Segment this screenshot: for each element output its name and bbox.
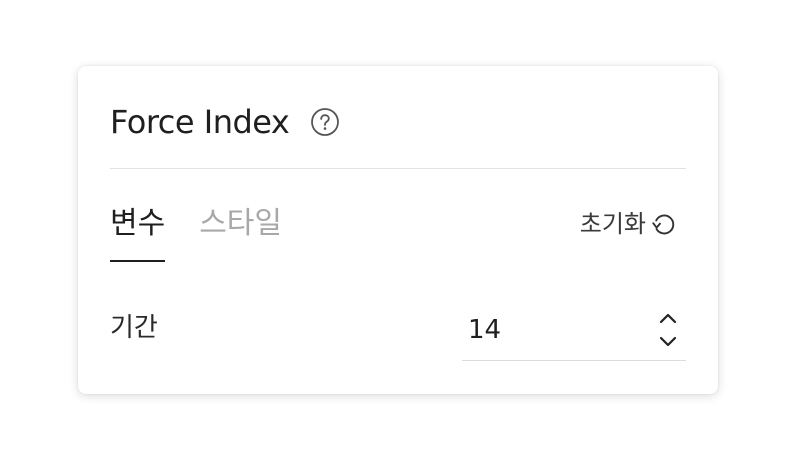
period-input[interactable]: 14	[462, 304, 686, 361]
period-row: 기간 14	[110, 304, 686, 361]
reset-button[interactable]: 초기화	[580, 206, 678, 242]
reset-label: 초기화	[579, 210, 646, 238]
panel-header: Force Index	[110, 102, 341, 142]
chevron-up-icon[interactable]	[656, 308, 680, 328]
tab-variables[interactable]: 변수	[110, 202, 166, 262]
header-divider	[110, 168, 686, 169]
chevron-down-icon[interactable]	[656, 332, 680, 352]
tab-bar: 변수 스타일	[110, 202, 316, 262]
period-stepper	[656, 308, 680, 352]
question-circle-icon[interactable]	[309, 106, 341, 138]
period-label: 기간	[110, 313, 158, 343]
indicator-settings-panel: Force Index 변수 스타일 초기화 기간 14	[78, 66, 718, 394]
reset-rotate-icon	[648, 209, 678, 239]
tab-style[interactable]: 스타일	[199, 202, 282, 260]
period-value[interactable]: 14	[468, 310, 501, 350]
panel-title: Force Index	[110, 103, 290, 141]
